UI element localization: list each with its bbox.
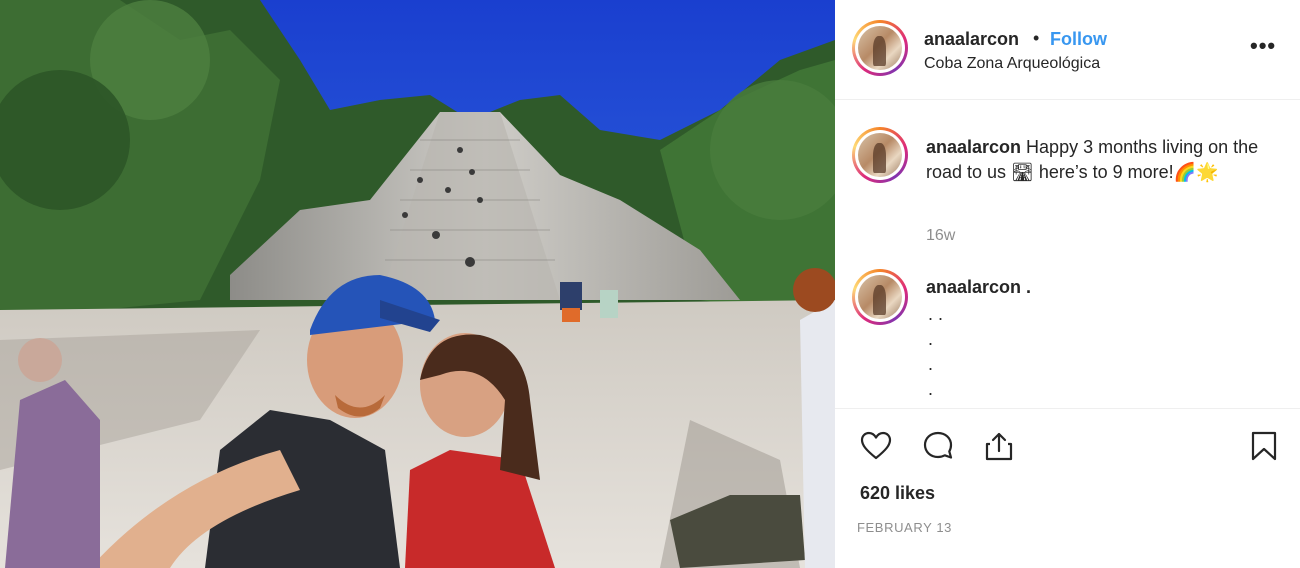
- comments-section: anaalarcon Happy 3 months living on the …: [835, 101, 1300, 407]
- comment-text: .: [1021, 277, 1032, 297]
- comment-body: . . . . .: [926, 302, 943, 402]
- comment-line: .: [928, 354, 934, 374]
- action-bar: 620 likes FEBRUARY 13: [835, 408, 1300, 568]
- bookmark-icon[interactable]: [1247, 429, 1281, 463]
- comment-line: .: [928, 329, 934, 349]
- share-icon[interactable]: [982, 429, 1016, 463]
- location-link[interactable]: Coba Zona Arqueológica: [924, 55, 1100, 73]
- comment-avatar[interactable]: [852, 269, 908, 325]
- likes-count[interactable]: 620 likes: [860, 483, 935, 504]
- more-options-icon[interactable]: •••: [1250, 33, 1276, 59]
- caption-avatar[interactable]: [852, 127, 908, 183]
- comment-icon[interactable]: [921, 429, 955, 463]
- avatar[interactable]: [852, 20, 908, 76]
- follow-button[interactable]: Follow: [1050, 29, 1107, 50]
- comment: anaalarcon .: [926, 277, 1031, 298]
- header-username[interactable]: anaalarcon: [924, 29, 1019, 50]
- header-separator: •: [1033, 28, 1040, 48]
- post-date[interactable]: FEBRUARY 13: [857, 520, 952, 535]
- comment-line: .: [928, 379, 934, 399]
- caption-username[interactable]: anaalarcon: [926, 137, 1021, 157]
- caption-timestamp[interactable]: 16w: [926, 227, 955, 245]
- post-photo[interactable]: [0, 0, 835, 568]
- heart-icon[interactable]: [859, 429, 893, 463]
- post-image: [0, 0, 835, 568]
- caption: anaalarcon Happy 3 months living on the …: [926, 135, 1276, 185]
- post-sidebar: anaalarcon • Follow Coba Zona Arqueológi…: [835, 0, 1300, 568]
- comment-username[interactable]: anaalarcon: [926, 277, 1021, 297]
- comment-line: . .: [928, 304, 944, 324]
- post-header: anaalarcon • Follow Coba Zona Arqueológi…: [835, 0, 1300, 100]
